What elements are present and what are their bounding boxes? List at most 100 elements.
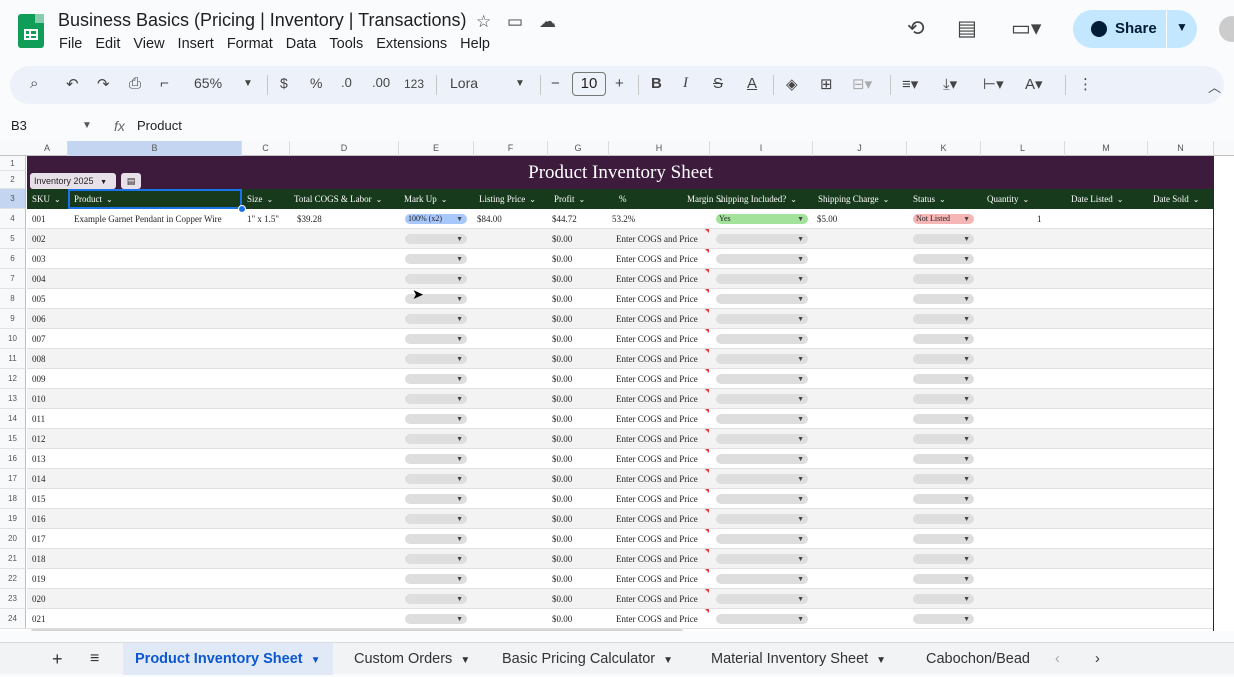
row-header[interactable]: 2: [0, 171, 26, 189]
font-dropdown-icon[interactable]: ▼: [515, 78, 525, 89]
percent-format-button[interactable]: %: [310, 75, 322, 91]
note-indicator-icon[interactable]: [705, 469, 709, 473]
note-indicator-icon[interactable]: [705, 489, 709, 493]
tab-material-inventory-sheet[interactable]: Material Inventory Sheet ▼: [711, 643, 886, 675]
document-title[interactable]: Business Basics (Pricing | Inventory | T…: [58, 10, 467, 31]
column-header-m[interactable]: M: [1065, 141, 1148, 156]
row-header[interactable]: 9: [0, 309, 26, 329]
row-header[interactable]: 16: [0, 449, 26, 469]
menu-edit[interactable]: Edit: [95, 36, 120, 52]
chevron-down-icon[interactable]: ⌄: [1023, 195, 1030, 204]
tab-product-inventory-sheet[interactable]: Product Inventory Sheet ▼: [123, 643, 333, 675]
chevron-down-icon[interactable]: ⌄: [441, 195, 448, 204]
status-chip[interactable]: ▼: [913, 254, 974, 264]
cloud-status-icon[interactable]: ☁: [539, 12, 556, 32]
strikethrough-button[interactable]: S: [713, 75, 723, 92]
shipping-included-chip[interactable]: ▼: [716, 454, 808, 464]
row-header[interactable]: 14: [0, 409, 26, 429]
profit-cell[interactable]: $0.00: [552, 589, 572, 609]
column-header-e[interactable]: E: [399, 141, 474, 156]
header-shipping-included[interactable]: Shipping Included? ⌄: [716, 189, 797, 209]
status-chip[interactable]: ▼: [913, 434, 974, 444]
markup-chip[interactable]: ▼: [405, 314, 467, 324]
text-wrapping-icon[interactable]: ⊢▾: [983, 75, 1004, 93]
shipping-included-chip[interactable]: ▼: [716, 334, 808, 344]
sku-cell[interactable]: 019: [32, 569, 46, 589]
all-sheets-icon[interactable]: ≡: [90, 643, 99, 675]
margin-cell[interactable]: Enter COGS and Price: [616, 449, 698, 469]
profit-cell[interactable]: $0.00: [552, 289, 572, 309]
column-header-a[interactable]: A: [27, 141, 68, 156]
note-indicator-icon[interactable]: [705, 289, 709, 293]
header-date-listed[interactable]: Date Listed ⌄: [1071, 189, 1123, 209]
note-indicator-icon[interactable]: [705, 269, 709, 273]
margin-cell[interactable]: Enter COGS and Price: [616, 269, 698, 289]
note-indicator-icon[interactable]: [705, 549, 709, 553]
row-header[interactable]: 4: [0, 209, 26, 229]
margin-cell[interactable]: Enter COGS and Price: [616, 249, 698, 269]
column-header-c[interactable]: C: [242, 141, 290, 156]
margin-cell[interactable]: Enter COGS and Price: [616, 509, 698, 529]
row-header[interactable]: 7: [0, 269, 26, 289]
version-history-icon[interactable]: ⟲: [907, 16, 925, 41]
column-header-d[interactable]: D: [290, 141, 399, 156]
column-header-h[interactable]: H: [609, 141, 710, 156]
note-indicator-icon[interactable]: [705, 529, 709, 533]
markup-chip[interactable]: ▼: [405, 414, 467, 424]
column-header-n[interactable]: N: [1148, 141, 1214, 156]
comments-icon[interactable]: ▤: [957, 16, 977, 41]
borders-icon[interactable]: ⊞: [820, 75, 833, 93]
share-button[interactable]: Share ▼: [1073, 10, 1197, 48]
menu-help[interactable]: Help: [460, 36, 490, 52]
note-indicator-icon[interactable]: [705, 569, 709, 573]
shipping-included-chip[interactable]: ▼: [716, 554, 808, 564]
header-total-cogs-labor[interactable]: Total COGS & Labor ⌄: [294, 189, 382, 209]
shipping-included-chip[interactable]: ▼: [716, 354, 808, 364]
collapse-menus-icon[interactable]: ︿: [1208, 77, 1221, 96]
shipping-included-chip[interactable]: Yes ▼: [716, 214, 808, 224]
shipping-included-chip[interactable]: ▼: [716, 614, 808, 624]
profit-cell[interactable]: $0.00: [552, 329, 572, 349]
row-header[interactable]: 15: [0, 429, 26, 449]
markup-chip[interactable]: ▼: [405, 574, 467, 584]
header-status[interactable]: Status ⌄: [913, 189, 946, 209]
profit-cell[interactable]: $0.00: [552, 449, 572, 469]
row-header[interactable]: 21: [0, 549, 26, 569]
sku-cell[interactable]: 021: [32, 609, 46, 629]
currency-format-button[interactable]: $: [280, 75, 288, 91]
row-header[interactable]: 6: [0, 249, 26, 269]
sku-cell[interactable]: 014: [32, 469, 46, 489]
add-sheet-button[interactable]: +: [52, 643, 63, 675]
row-header[interactable]: 19: [0, 509, 26, 529]
markup-chip[interactable]: ▼: [405, 534, 467, 544]
row-header[interactable]: 5: [0, 229, 26, 249]
row-header[interactable]: 3: [0, 189, 26, 209]
sku-cell[interactable]: 005: [32, 289, 46, 309]
markup-chip[interactable]: ▼: [405, 394, 467, 404]
profit-cell[interactable]: $0.00: [552, 269, 572, 289]
profit-cell[interactable]: $0.00: [552, 409, 572, 429]
spreadsheet-grid[interactable]: ABCDEFGHIJKLMN 1 2 3 4 5 6 7 8 9 10 11 12 13 14 15 16 17…: [0, 141, 1234, 631]
shipping-included-chip[interactable]: ▼: [716, 474, 808, 484]
margin-cell[interactable]: Enter COGS and Price: [616, 469, 698, 489]
sku-cell[interactable]: 007: [32, 329, 46, 349]
row-header[interactable]: 10: [0, 329, 26, 349]
markup-chip[interactable]: ▼: [405, 614, 467, 624]
increase-font-size-button[interactable]: +: [615, 75, 624, 92]
sku-cell[interactable]: 001: [32, 209, 46, 229]
shipping-included-chip[interactable]: ▼: [716, 574, 808, 584]
markup-chip[interactable]: ▼: [405, 234, 467, 244]
profit-cell[interactable]: $0.00: [552, 349, 572, 369]
markup-chip[interactable]: ▼: [405, 334, 467, 344]
quantity-cell[interactable]: 1: [1037, 209, 1042, 229]
profit-cell[interactable]: $0.00: [552, 569, 572, 589]
margin-cell[interactable]: Enter COGS and Price: [616, 409, 698, 429]
menu-extensions[interactable]: Extensions: [376, 36, 447, 52]
profit-cell[interactable]: $0.00: [552, 529, 572, 549]
sku-cell[interactable]: 008: [32, 349, 46, 369]
row-header[interactable]: 13: [0, 389, 26, 409]
chevron-down-icon[interactable]: ⌄: [1117, 195, 1124, 204]
row-header[interactable]: 20: [0, 529, 26, 549]
share-dropdown-icon[interactable]: ▼: [1176, 20, 1188, 34]
margin-cell[interactable]: Enter COGS and Price: [616, 289, 698, 309]
